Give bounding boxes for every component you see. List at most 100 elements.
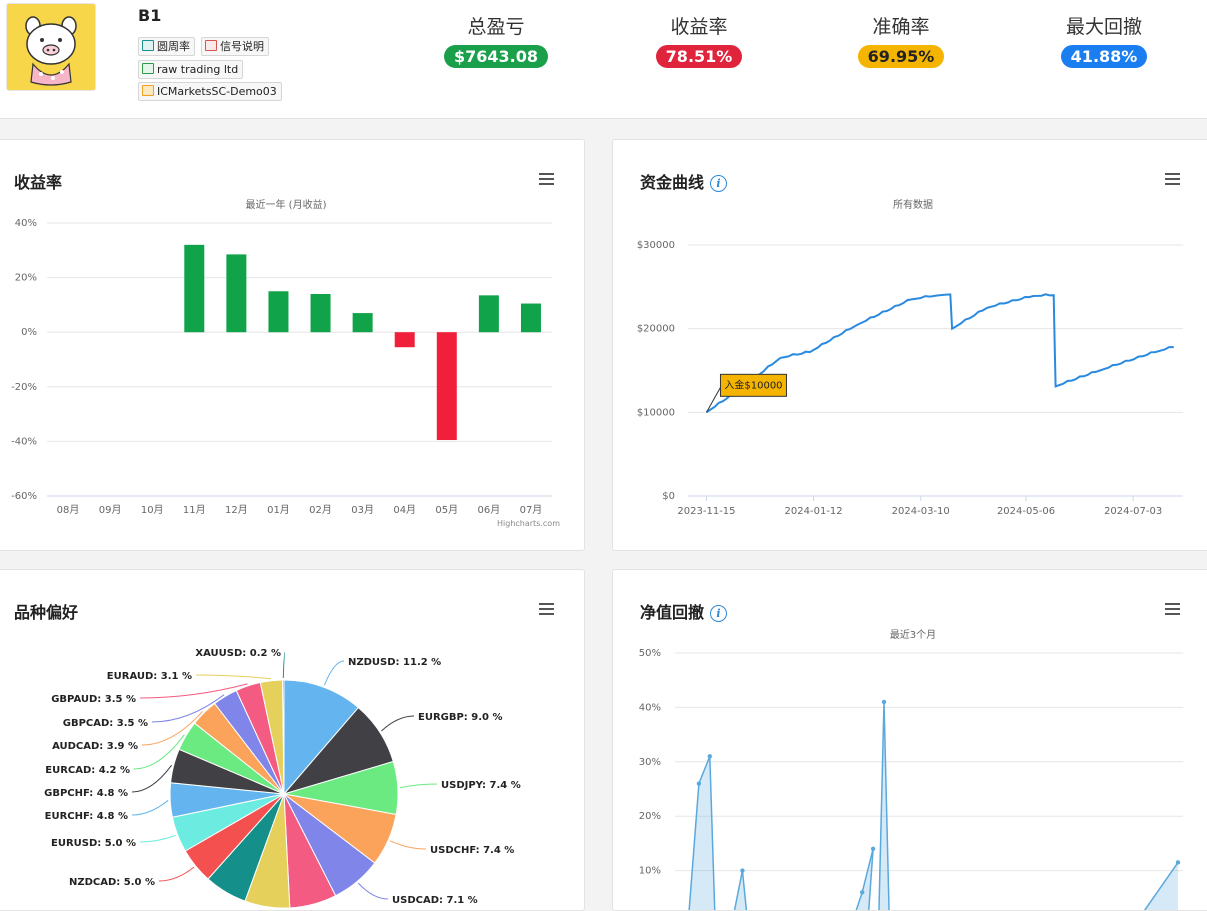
tag-broker[interactable]: raw trading ltd	[138, 60, 244, 79]
stat-label: 总盈亏	[467, 16, 525, 38]
bar	[520, 303, 541, 333]
bar	[184, 244, 205, 333]
pie-slice-label: GBPCAD: 3.5 %	[63, 718, 148, 729]
y-tick-label: 50%	[639, 648, 661, 659]
x-tick-label: 2024-03-10	[892, 506, 950, 517]
y-tick-label: 40%	[15, 218, 37, 229]
x-tick-label: 2024-01-12	[785, 506, 843, 517]
y-tick-label: -20%	[11, 382, 37, 393]
pie-slice-label: GBPCHF: 4.8 %	[44, 788, 128, 799]
x-tick-label: 2023-11-15	[677, 506, 735, 517]
y-tick-label: $0	[662, 491, 675, 502]
stat-label: 最大回撤	[1065, 16, 1142, 38]
x-tick-label: 09月	[99, 504, 122, 516]
drawdown-area-chart: 50% 40% 30% 20% 10%	[639, 648, 1183, 910]
y-tick-label: -40%	[11, 436, 37, 447]
document-icon	[205, 40, 217, 51]
pie-slice-label: EURGBP: 9.0 %	[418, 712, 503, 723]
server-icon	[142, 85, 154, 96]
x-tick-label: 11月	[183, 504, 206, 516]
broker-icon	[142, 63, 154, 74]
pie-label-connector	[323, 660, 345, 686]
x-tick-label: 01月	[267, 504, 290, 516]
bar	[478, 295, 499, 333]
pie-slice-label: EURAUD: 3.1 %	[107, 671, 192, 682]
avatar	[6, 3, 96, 91]
pie-label-connector	[282, 651, 286, 679]
pie-label-connector	[381, 715, 415, 732]
stat-value-badge: 41.88%	[1060, 45, 1148, 68]
pie-label-connector	[195, 674, 272, 680]
pie-label-connector	[139, 834, 176, 843]
pie-label-connector	[399, 783, 438, 789]
tag-signal-desc[interactable]: 信号说明	[201, 37, 269, 56]
y-tick-label: 20%	[15, 273, 37, 284]
x-tick-label: 05月	[435, 504, 458, 516]
returns-bar-chart: 40% 20% 0% -20% -40% -60% 08月 09月 10月 11月 12月 01月 02…	[11, 218, 552, 516]
y-tick-label: 10%	[639, 866, 661, 877]
x-tick-label: 02月	[309, 504, 332, 516]
equity-line-chart: $30000 $20000 $10000 $02023-11-15 2024-01-12…	[637, 240, 1183, 517]
equity-panel: 资金曲线 i 所有数据 $30000 $20000 $10000 $0 2023-11-1…	[612, 139, 1207, 551]
bar	[310, 293, 331, 333]
pie-slice-label: NZDUSD: 11.2 %	[348, 657, 441, 668]
x-tick-label: 06月	[478, 504, 501, 516]
stat-total-pnl: 总盈亏 $7643.08	[426, 12, 566, 68]
pie-slice-label: USDJPY: 7.4 %	[441, 780, 521, 791]
drawdown-point	[696, 781, 702, 786]
drawdown-point	[740, 868, 745, 873]
x-tick-label: 04月	[393, 504, 416, 516]
y-tick-label: $20000	[637, 324, 675, 335]
stat-return-rate: 收益率 78.51%	[629, 12, 769, 68]
x-tick-label: 2024-05-06	[997, 506, 1055, 517]
drawdown-point	[1175, 860, 1181, 865]
drawdown-panel: 净值回撤 i 最近3个月 50% 40% 30% 20% 10%	[612, 569, 1207, 911]
drawdown-point	[870, 846, 876, 852]
user-card-icon	[142, 40, 154, 51]
stat-label: 准确率	[872, 16, 930, 38]
account-header: B1 圆周率 信号说明 raw trading ltd ICMarketsSC-…	[0, 0, 1207, 119]
x-tick-label: 10月	[141, 504, 164, 516]
stat-max-drawdown: 最大回撤 41.88%	[1034, 12, 1174, 68]
x-tick-label: 08月	[57, 504, 80, 516]
x-tick-label: 2024-07-03	[1104, 506, 1162, 517]
pie-slice-label: XAUUSD: 0.2 %	[195, 648, 281, 659]
pie-slice-label: EURCHF: 4.8 %	[45, 811, 128, 822]
pie-label-connector	[131, 799, 169, 816]
tag-server[interactable]: ICMarketsSC-Demo03	[138, 82, 282, 101]
y-tick-label: $10000	[637, 407, 675, 418]
stat-value-badge: 78.51%	[655, 45, 743, 68]
pie-slice-label: EURUSD: 5.0 %	[51, 838, 136, 849]
account-name: B1	[138, 6, 162, 25]
y-tick-label: 0%	[21, 327, 37, 338]
pie-label-connector	[158, 866, 195, 882]
drawdown-point	[860, 890, 865, 895]
x-tick-label: 07月	[520, 504, 543, 516]
deposit-annotation-label: 入金$10000	[724, 378, 782, 391]
stat-accuracy: 准确率 69.95%	[831, 12, 971, 68]
pie-slice-label: USDCHF: 7.4 %	[430, 845, 514, 856]
bar	[226, 254, 247, 333]
drawdown-point	[707, 754, 712, 759]
stat-value-badge: $7643.08	[443, 45, 548, 68]
pie-slice-label: NZDCAD: 5.0 %	[69, 877, 155, 888]
y-tick-label: 40%	[639, 702, 661, 713]
returns-panel: 收益率 最近一年 (月收益) 40% 20% 0% -20% -40% -60% 08月 09…	[0, 139, 585, 551]
symbols-panel: 品种偏好 NZDUSD: 11.2 % EURGBP: 9.0 % USDJPY: …	[0, 569, 585, 911]
stat-value-badge: 69.95%	[857, 45, 945, 68]
chart-credit[interactable]: Highcharts.com	[497, 519, 560, 528]
pie-slice-label: GBPAUD: 3.5 %	[51, 694, 136, 705]
x-tick-label: 12月	[225, 504, 248, 516]
pie-label-connector	[357, 882, 389, 900]
drawdown-area-fill	[689, 702, 1178, 910]
pie-label-connector	[389, 840, 427, 850]
symbols-pie-chart: NZDUSD: 11.2 % EURGBP: 9.0 % USDJPY: 7.4 %…	[44, 648, 521, 909]
tag-author[interactable]: 圆周率	[138, 37, 195, 56]
bar	[394, 332, 415, 348]
bar	[268, 291, 289, 333]
y-tick-label: $30000	[637, 240, 675, 251]
y-tick-label: -60%	[11, 491, 37, 502]
y-tick-label: 30%	[639, 757, 661, 768]
pie-slice-label: AUDCAD: 3.9 %	[52, 741, 138, 752]
pig-avatar-icon	[25, 16, 77, 86]
